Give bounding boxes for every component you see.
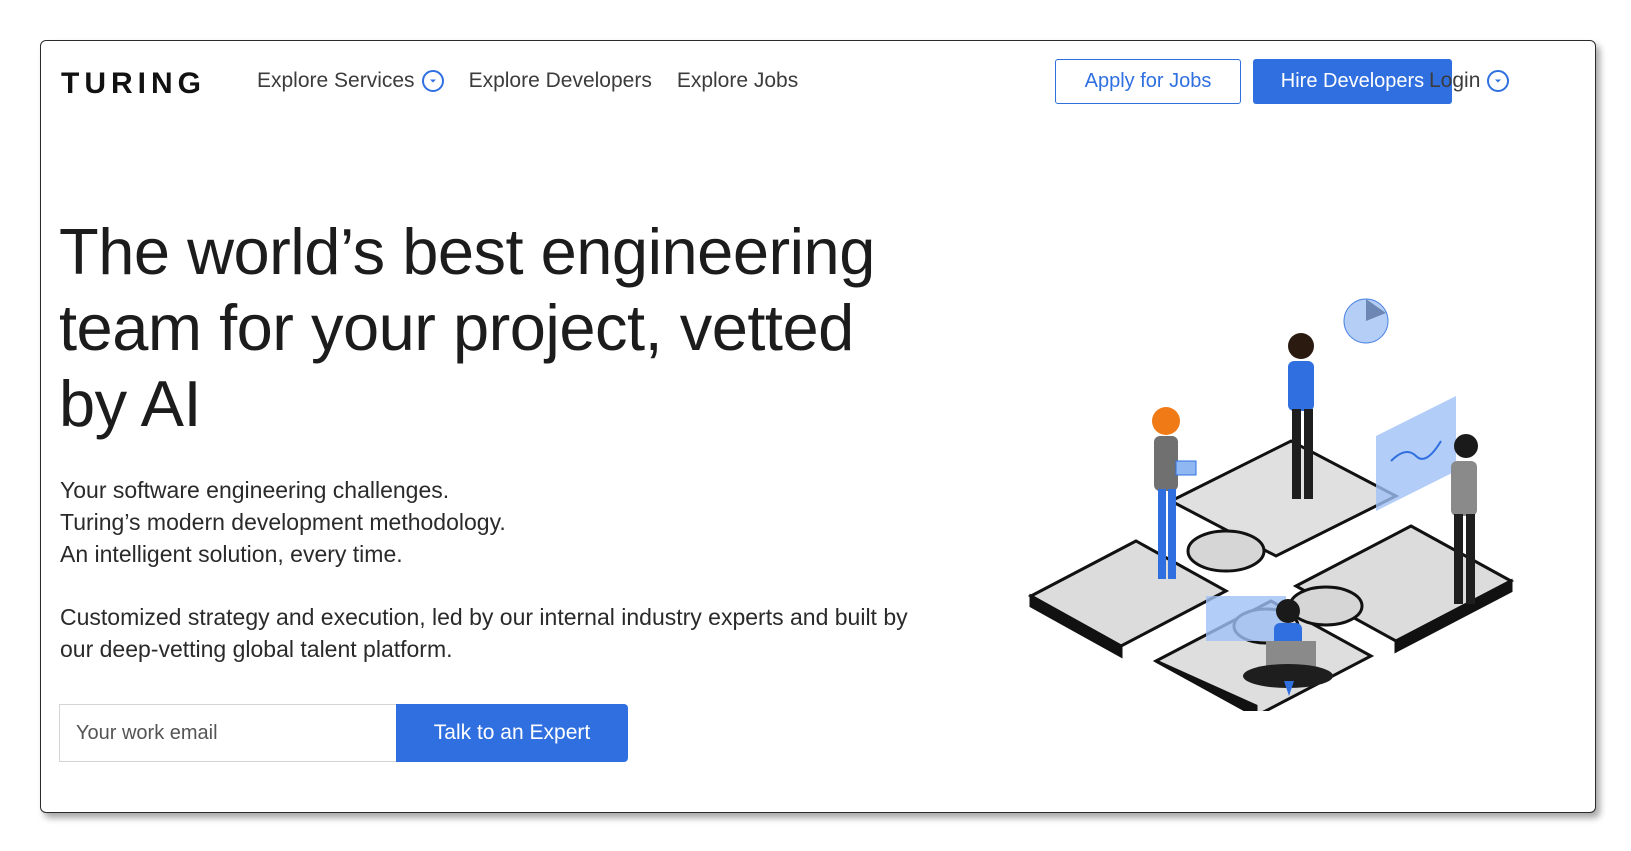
hero-headline: The world’s best engineering team for yo… [59, 214, 959, 442]
nav-explore-services[interactable]: Explore Services [257, 69, 444, 93]
login-label: Login [1429, 69, 1481, 92]
browser-frame: TURING Explore Services Explore Develope… [40, 40, 1596, 813]
turing-logo[interactable]: TURING [61, 67, 206, 101]
headline-line: The world’s best engineering [59, 215, 875, 288]
puzzle-team-illustration [1027, 298, 1515, 711]
subtext-line: Your software engineering challenges. [60, 477, 450, 503]
headline-line: by AI [59, 367, 202, 440]
work-email-input[interactable] [59, 704, 396, 762]
talk-to-expert-button[interactable]: Talk to an Expert [396, 704, 628, 762]
description-line: Customized strategy and execution, led b… [60, 604, 908, 630]
top-nav: TURING Explore Services Explore Develope… [41, 41, 1595, 131]
chevron-down-icon[interactable] [421, 70, 444, 92]
email-cta-form: Talk to an Expert [59, 704, 628, 762]
subtext-line: Turing’s modern development methodology. [60, 509, 506, 535]
chevron-down-icon[interactable] [1487, 70, 1510, 92]
nav-explore-services-label: Explore Services [257, 69, 415, 92]
nav-explore-jobs[interactable]: Explore Jobs [677, 69, 798, 93]
hero-description: Customized strategy and execution, led b… [60, 601, 980, 665]
nav-links: Explore Services Explore Developers Expl… [257, 69, 798, 93]
apply-for-jobs-button[interactable]: Apply for Jobs [1055, 59, 1241, 104]
headline-line: team for your project, vetted [59, 291, 854, 364]
nav-explore-developers[interactable]: Explore Developers [469, 69, 652, 93]
login-link[interactable]: Login [1429, 69, 1510, 93]
description-line: our deep-vetting global talent platform. [60, 636, 453, 662]
subtext-line: An intelligent solution, every time. [60, 541, 403, 567]
nav-explore-developers-label: Explore Developers [468, 69, 652, 92]
hero-subtext: Your software engineering challenges. Tu… [60, 474, 506, 570]
hire-developers-button[interactable]: Hire Developers [1253, 59, 1452, 104]
nav-explore-jobs-label: Explore Jobs [676, 69, 799, 92]
